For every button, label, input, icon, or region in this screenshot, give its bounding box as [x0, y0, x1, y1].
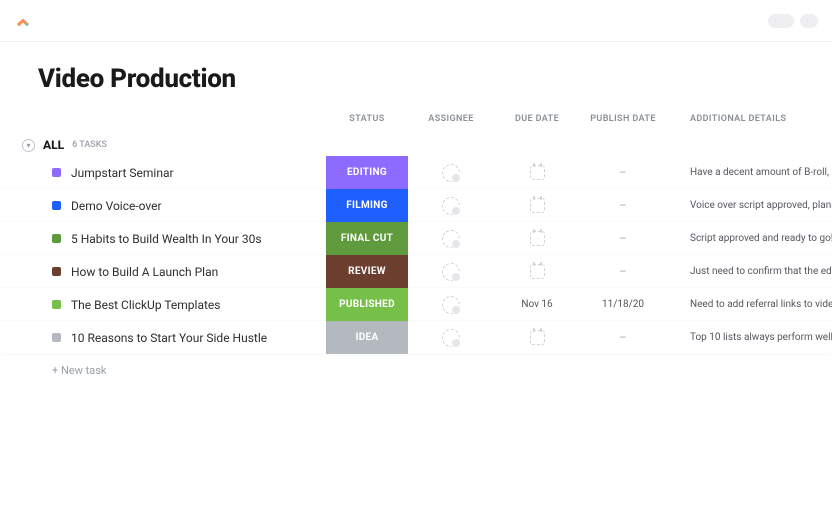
assignee-cell[interactable]	[408, 296, 494, 314]
calendar-icon[interactable]	[530, 198, 545, 213]
task-row[interactable]: Demo Voice-over FILMING – Voice over script…	[0, 189, 832, 222]
details-cell[interactable]: Script approved and ready to go!	[666, 233, 832, 244]
task-name-cell[interactable]: Demo Voice-over	[0, 199, 326, 213]
task-name-cell[interactable]: The Best ClickUp Templates	[0, 298, 326, 312]
task-name-cell[interactable]: 10 Reasons to Start Your Side Hustle	[0, 331, 326, 345]
group-name: ALL	[43, 138, 64, 152]
assignee-cell[interactable]	[408, 230, 494, 248]
details-cell[interactable]: Voice over script approved, plannin	[666, 200, 832, 211]
publish-date-text: 11/18/20	[602, 299, 644, 310]
task-row[interactable]: 5 Habits to Build Wealth In Your 30s FINA…	[0, 222, 832, 255]
empty-dash: –	[619, 232, 626, 245]
app-frame: Video Production STATUS ASSIGNEE DUE DAT…	[0, 0, 832, 512]
column-header-status[interactable]: STATUS	[326, 114, 408, 124]
assign-user-icon[interactable]	[442, 230, 460, 248]
due-date-cell[interactable]	[494, 264, 580, 279]
details-cell[interactable]: Top 10 lists always perform well	[666, 332, 832, 343]
column-header-details[interactable]: ADDITIONAL DETAILS	[666, 114, 832, 124]
task-name-cell[interactable]: 5 Habits to Build Wealth In Your 30s	[0, 232, 326, 246]
status-badge[interactable]: EDITING	[326, 156, 408, 189]
due-date-cell[interactable]	[494, 165, 580, 180]
task-name-cell[interactable]: How to Build A Launch Plan	[0, 265, 326, 279]
assign-user-icon[interactable]	[442, 164, 460, 182]
task-row[interactable]: Jumpstart Seminar EDITING – Have a decent a…	[0, 156, 832, 189]
status-square-icon	[52, 168, 61, 177]
task-name: The Best ClickUp Templates	[71, 298, 220, 312]
topbar-placeholder-button[interactable]	[768, 14, 794, 28]
task-name: Jumpstart Seminar	[71, 166, 174, 180]
task-table: STATUS ASSIGNEE DUE DATE PUBLISH DATE AD…	[0, 110, 832, 377]
task-name: Demo Voice-over	[71, 199, 162, 213]
task-name-cell[interactable]: Jumpstart Seminar	[0, 166, 326, 180]
status-badge[interactable]: FINAL CUT	[326, 222, 408, 255]
publish-date-cell[interactable]: –	[580, 166, 666, 179]
assignee-cell[interactable]	[408, 164, 494, 182]
status-square-icon	[52, 267, 61, 276]
task-name: 10 Reasons to Start Your Side Hustle	[71, 331, 267, 345]
status-square-icon	[52, 300, 61, 309]
assign-user-icon[interactable]	[442, 329, 460, 347]
task-name: 5 Habits to Build Wealth In Your 30s	[71, 232, 262, 246]
chevron-down-icon[interactable]: ▾	[22, 139, 35, 152]
empty-dash: –	[619, 199, 626, 212]
column-header-publish-date[interactable]: PUBLISH DATE	[580, 114, 666, 124]
task-row[interactable]: How to Build A Launch Plan REVIEW – Just ne…	[0, 255, 832, 288]
column-header-assignee[interactable]: ASSIGNEE	[408, 114, 494, 124]
due-date-cell[interactable]	[494, 330, 580, 345]
clickup-logo-icon	[14, 12, 32, 30]
column-header-due-date[interactable]: DUE DATE	[494, 114, 580, 124]
new-task-button[interactable]: + New task	[0, 354, 832, 377]
due-date-cell[interactable]	[494, 231, 580, 246]
task-row[interactable]: 10 Reasons to Start Your Side Hustle IDEA…	[0, 321, 832, 354]
status-badge[interactable]: PUBLISHED	[326, 288, 408, 321]
status-badge[interactable]: FILMING	[326, 189, 408, 222]
details-cell[interactable]: Have a decent amount of B-roll, ma	[666, 167, 832, 178]
page-title: Video Production	[0, 42, 832, 110]
status-square-icon	[52, 333, 61, 342]
publish-date-cell[interactable]: –	[580, 331, 666, 344]
empty-dash: –	[619, 265, 626, 278]
calendar-icon[interactable]	[530, 330, 545, 345]
topbar-actions	[768, 14, 818, 28]
assign-user-icon[interactable]	[442, 197, 460, 215]
topbar	[0, 0, 832, 42]
assign-user-icon[interactable]	[442, 296, 460, 314]
status-square-icon	[52, 201, 61, 210]
publish-date-cell[interactable]: –	[580, 199, 666, 212]
assignee-cell[interactable]	[408, 197, 494, 215]
details-cell[interactable]: Need to add referral links to video a	[666, 299, 832, 310]
calendar-icon[interactable]	[530, 231, 545, 246]
empty-dash: –	[619, 331, 626, 344]
status-badge[interactable]: REVIEW	[326, 255, 408, 288]
calendar-icon[interactable]	[530, 165, 545, 180]
due-date-cell[interactable]	[494, 198, 580, 213]
publish-date-cell[interactable]: –	[580, 265, 666, 278]
details-cell[interactable]: Just need to confirm that the edite	[666, 266, 832, 277]
calendar-icon[interactable]	[530, 264, 545, 279]
table-header-row: STATUS ASSIGNEE DUE DATE PUBLISH DATE AD…	[0, 110, 832, 128]
task-list: Jumpstart Seminar EDITING – Have a decent a…	[0, 156, 832, 354]
assignee-cell[interactable]	[408, 263, 494, 281]
due-date-cell[interactable]: Nov 16	[494, 299, 580, 310]
status-badge[interactable]: IDEA	[326, 321, 408, 354]
group-count: 6 TASKS	[72, 140, 107, 150]
task-row[interactable]: The Best ClickUp Templates PUBLISHED Nov 1…	[0, 288, 832, 321]
status-square-icon	[52, 234, 61, 243]
publish-date-cell[interactable]: –	[580, 232, 666, 245]
assign-user-icon[interactable]	[442, 263, 460, 281]
empty-dash: –	[619, 166, 626, 179]
group-header[interactable]: ▾ ALL 6 TASKS	[0, 134, 832, 156]
assignee-cell[interactable]	[408, 329, 494, 347]
topbar-placeholder-button[interactable]	[800, 14, 818, 28]
publish-date-cell[interactable]: 11/18/20	[580, 299, 666, 310]
due-date-text: Nov 16	[521, 299, 552, 310]
task-name: How to Build A Launch Plan	[71, 265, 218, 279]
